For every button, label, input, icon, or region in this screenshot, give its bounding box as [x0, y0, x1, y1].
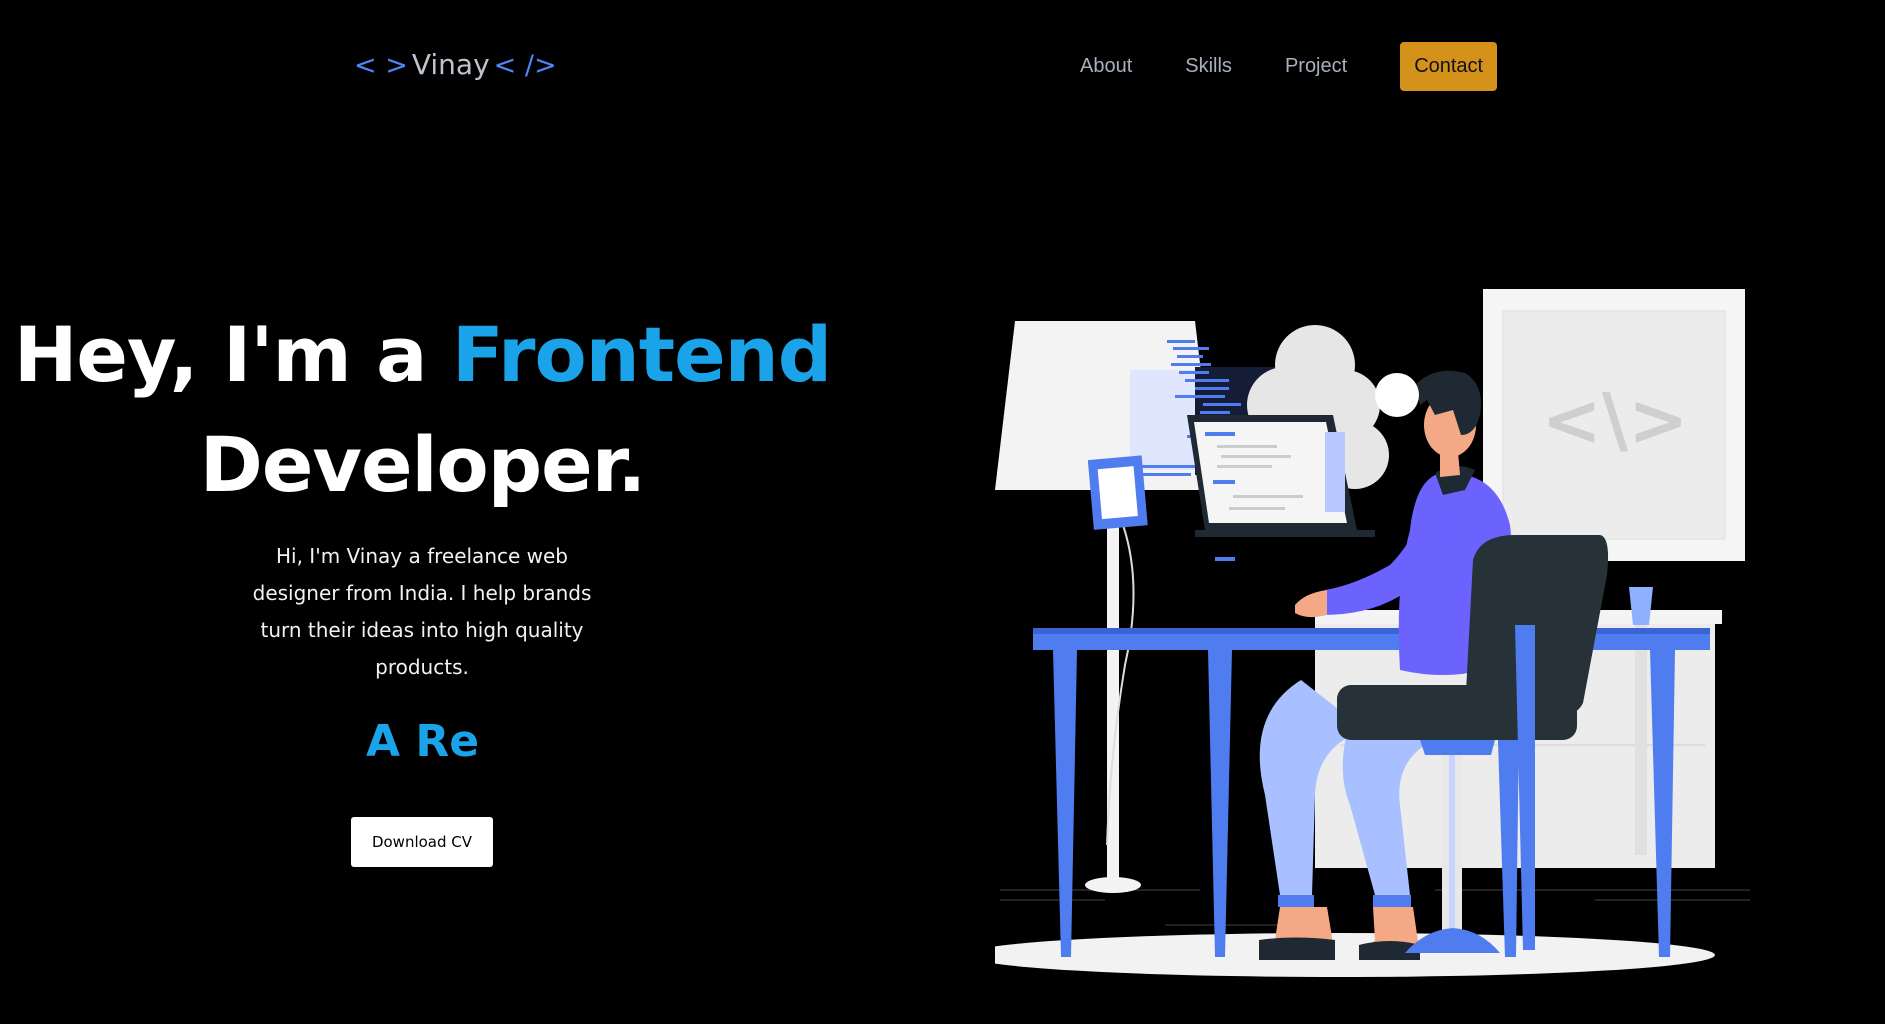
cup [1629, 587, 1653, 625]
photo-frame [1087, 455, 1148, 530]
hero-title-part2: Developer. [199, 420, 646, 509]
developer-illustration: <\> [995, 289, 1750, 977]
portfolio-page: < > Vinay < /> About Skills Project Cont… [0, 0, 1885, 1024]
logo-name: Vinay [411, 48, 490, 81]
contact-button[interactable]: Contact [1400, 42, 1498, 91]
download-cv-button[interactable]: Download CV [351, 817, 493, 867]
nav-link-project[interactable]: Project [1285, 55, 1347, 78]
hero-title-part1: Hey, I'm a [13, 310, 428, 399]
hero-title: Hey, I'm a Frontend Developer. [0, 300, 845, 520]
monitor-code-text: <\> [1542, 378, 1689, 462]
logo-code-close: < /> [493, 50, 557, 81]
lamp-pole [1107, 490, 1119, 885]
hero-intro: Hi, I'm Vinay a freelance web designer f… [252, 544, 592, 679]
logo-code-open: < > [354, 50, 408, 81]
hero-title-accent: Frontend [451, 310, 832, 399]
nav-link-about[interactable]: About [1080, 55, 1132, 78]
nav-link-skills[interactable]: Skills [1185, 55, 1232, 78]
main-nav: About Skills Project Contact [1080, 42, 1498, 91]
floor-shadow [995, 933, 1715, 977]
typing-text: A Re [365, 716, 480, 767]
site-logo[interactable]: < > Vinay < /> [354, 48, 557, 81]
